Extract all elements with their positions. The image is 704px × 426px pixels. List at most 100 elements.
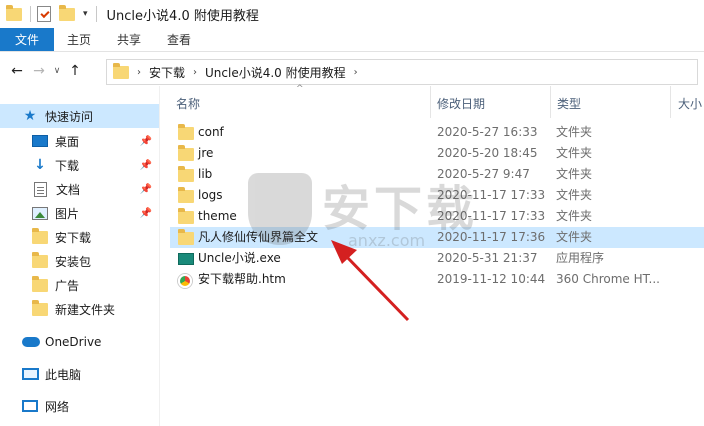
file-row[interactable]: lib 2020-5-27 9:47 文件夹 — [170, 164, 704, 185]
exe-icon — [178, 253, 194, 265]
folder-icon — [32, 275, 48, 292]
nav-item-ads[interactable]: 广告 — [0, 273, 160, 297]
pane-divider[interactable] — [159, 86, 160, 426]
file-row[interactable]: Uncle小说.exe 2020-5-31 21:37 应用程序 — [170, 248, 704, 269]
file-name: lib — [198, 167, 213, 181]
divider — [30, 6, 31, 22]
chevron-right-icon[interactable]: › — [354, 67, 358, 78]
nav-onedrive[interactable]: OneDrive — [0, 330, 160, 354]
nav-label: 网络 — [45, 399, 70, 414]
star-icon: ★ — [23, 108, 37, 124]
file-name: jre — [198, 146, 214, 160]
folder-icon — [113, 62, 129, 79]
file-row[interactable]: conf 2020-5-27 16:33 文件夹 — [170, 122, 704, 143]
nav-item-anxiazai[interactable]: 安下载 — [0, 225, 160, 249]
file-type: 文件夹 — [556, 209, 593, 223]
nav-item-desktop[interactable]: 桌面 📌 — [0, 129, 160, 153]
address-row: ← → ∨ ↑ › 安下载 › Uncle小说4.0 附使用教程 › — [0, 56, 704, 86]
window-title: Uncle小说4.0 附使用教程 — [106, 8, 259, 24]
file-row-selected[interactable]: 凡人修仙传仙界篇全文 2020-11-17 17:36 文件夹 — [170, 227, 704, 248]
nav-label: 图片 — [55, 206, 80, 221]
onedrive-cloud-icon — [22, 337, 40, 347]
navigation-pane: ★ 快速访问 桌面 📌 ↓ 下载 📌 文档 📌 图片 📌 安下载 安装包 广告 … — [0, 96, 160, 426]
nav-network[interactable]: 网络 — [0, 394, 160, 418]
pin-icon: 📌 — [139, 183, 152, 195]
file-type: 文件夹 — [556, 146, 593, 160]
column-header-name[interactable]: 名称 — [176, 92, 200, 116]
folder-icon — [178, 208, 194, 224]
recent-locations-button[interactable]: ∨ — [50, 66, 64, 76]
back-button[interactable]: ← — [6, 63, 28, 79]
file-type: 文件夹 — [556, 230, 593, 244]
divider — [95, 6, 97, 22]
file-date: 2020-5-20 18:45 — [437, 146, 538, 160]
folder-icon — [32, 251, 48, 268]
desktop-icon — [32, 135, 48, 147]
pin-icon: 📌 — [139, 207, 152, 219]
file-name: 安下载帮助.htm — [198, 272, 286, 286]
nav-label: 安下载 — [55, 230, 92, 245]
file-row[interactable]: 安下载帮助.htm 2019-11-12 10:44 360 Chrome HT… — [170, 269, 704, 290]
folder-icon — [178, 229, 194, 245]
chrome-html-icon — [178, 274, 192, 288]
file-date: 2020-11-17 17:33 — [437, 209, 546, 223]
chevron-right-icon[interactable]: › — [193, 67, 197, 78]
pin-icon: 📌 — [139, 159, 152, 171]
folder-icon — [178, 124, 194, 140]
file-row[interactable]: logs 2020-11-17 17:33 文件夹 — [170, 185, 704, 206]
document-icon — [34, 181, 47, 197]
file-row[interactable]: jre 2020-5-20 18:45 文件夹 — [170, 143, 704, 164]
folder-icon — [32, 227, 48, 244]
nav-item-pictures[interactable]: 图片 📌 — [0, 201, 160, 225]
ribbon-tabs: 文件 主页 共享 查看 — [0, 28, 704, 52]
column-divider[interactable] — [430, 86, 431, 118]
tab-share[interactable]: 共享 — [104, 28, 154, 51]
new-folder-icon[interactable] — [59, 4, 75, 21]
column-header-date[interactable]: 修改日期 — [437, 92, 485, 116]
nav-label: 安装包 — [55, 254, 92, 269]
tab-file[interactable]: 文件 — [0, 28, 55, 51]
breadcrumb-item[interactable]: 安下载 — [149, 64, 185, 81]
nav-label: 快速访问 — [45, 109, 94, 124]
nav-item-installers[interactable]: 安装包 — [0, 249, 160, 273]
file-date: 2020-5-27 16:33 — [437, 125, 538, 139]
quick-access-toolbar-dropdown[interactable]: ▾ — [83, 9, 88, 19]
column-header-type[interactable]: 类型 — [557, 92, 581, 116]
nav-label: 广告 — [55, 278, 80, 293]
picture-icon — [32, 206, 48, 220]
file-type: 文件夹 — [556, 167, 593, 181]
nav-item-documents[interactable]: 文档 📌 — [0, 177, 160, 201]
file-date: 2019-11-12 10:44 — [437, 272, 546, 286]
nav-label: 桌面 — [55, 134, 80, 149]
folder-icon — [178, 166, 194, 182]
column-header-size[interactable]: 大小 — [678, 92, 702, 116]
file-date: 2020-5-31 21:37 — [437, 251, 538, 265]
nav-this-pc[interactable]: 此电脑 — [0, 362, 160, 386]
nav-label: 新建文件夹 — [55, 302, 116, 317]
file-row[interactable]: theme 2020-11-17 17:33 文件夹 — [170, 206, 704, 227]
column-divider[interactable] — [670, 86, 671, 118]
computer-icon — [22, 368, 39, 380]
column-divider[interactable] — [550, 86, 551, 118]
forward-button[interactable]: → — [28, 63, 50, 79]
file-type: 应用程序 — [556, 251, 605, 265]
nav-item-downloads[interactable]: ↓ 下载 📌 — [0, 153, 160, 177]
folder-icon — [178, 187, 194, 203]
tab-view[interactable]: 查看 — [154, 28, 204, 51]
folder-icon — [32, 299, 48, 316]
tab-home[interactable]: 主页 — [54, 28, 104, 51]
nav-quick-access[interactable]: ★ 快速访问 — [0, 104, 160, 128]
file-name: logs — [198, 188, 223, 202]
nav-item-new-folder[interactable]: 新建文件夹 — [0, 297, 160, 321]
pin-icon: 📌 — [139, 135, 152, 147]
up-button[interactable]: ↑ — [64, 63, 86, 79]
nav-label: 此电脑 — [45, 367, 82, 382]
file-type: 文件夹 — [556, 188, 593, 202]
breadcrumb-item[interactable]: Uncle小说4.0 附使用教程 — [205, 64, 346, 81]
address-bar[interactable]: › 安下载 › Uncle小说4.0 附使用教程 › — [106, 59, 698, 85]
properties-icon[interactable] — [37, 6, 51, 22]
chevron-right-icon[interactable]: › — [137, 67, 141, 78]
network-icon — [22, 400, 38, 412]
folder-icon — [178, 145, 194, 161]
file-type: 文件夹 — [556, 125, 593, 139]
